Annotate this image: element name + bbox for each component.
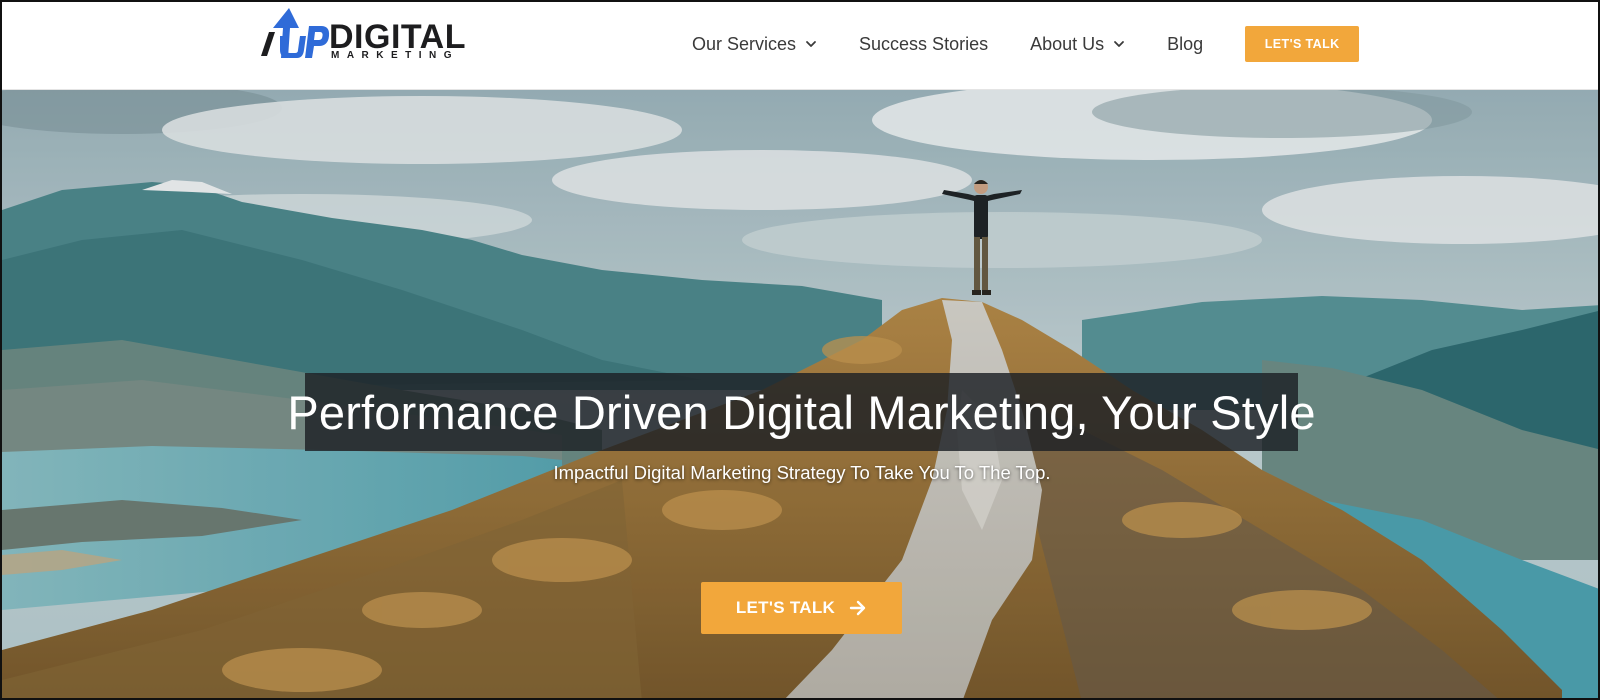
logo-wordmark: DIGITAL bbox=[329, 18, 466, 56]
lets-talk-hero-button[interactable]: LET'S TALK bbox=[701, 582, 902, 634]
nav-item-our-services[interactable]: Our Services bbox=[692, 34, 817, 55]
hero-headline: Performance Driven Digital Marketing, Yo… bbox=[287, 385, 1316, 439]
arrow-right-icon bbox=[849, 600, 866, 616]
nav-item-success-stories[interactable]: Success Stories bbox=[859, 34, 988, 55]
headline-banner: Performance Driven Digital Marketing, Yo… bbox=[287, 373, 1316, 451]
lets-talk-header-button[interactable]: LET'S TALK bbox=[1245, 26, 1360, 62]
nav-item-about-us[interactable]: About Us bbox=[1030, 34, 1125, 55]
cta-label: LET'S TALK bbox=[735, 598, 836, 617]
arrow-up-logo-icon bbox=[261, 8, 330, 58]
chevron-down-icon bbox=[1114, 41, 1125, 47]
logo-tagline: MARKETING bbox=[331, 50, 460, 61]
site-logo[interactable]: DIGITAL MARKETING bbox=[259, 6, 465, 62]
nav-item-blog[interactable]: Blog bbox=[1167, 34, 1203, 55]
site-header: DIGITAL MARKETING Our Services Success S… bbox=[2, 2, 1598, 90]
page: DIGITAL MARKETING Our Services Success S… bbox=[0, 0, 1600, 700]
hero-subheadline: Impactful Digital Marketing Strategy To … bbox=[553, 462, 1051, 483]
nav-item-label: Success Stories bbox=[859, 33, 989, 54]
chevron-down-icon bbox=[806, 41, 816, 47]
nav-item-label: Blog bbox=[1167, 33, 1204, 54]
hero-section: Performance Driven Digital Marketing, Yo… bbox=[2, 90, 1598, 698]
nav-item-label: About Us bbox=[1030, 33, 1105, 54]
main-nav: Our Services Success Stories About Us Bl… bbox=[692, 26, 1360, 62]
nav-item-label: Our Services bbox=[692, 33, 797, 54]
